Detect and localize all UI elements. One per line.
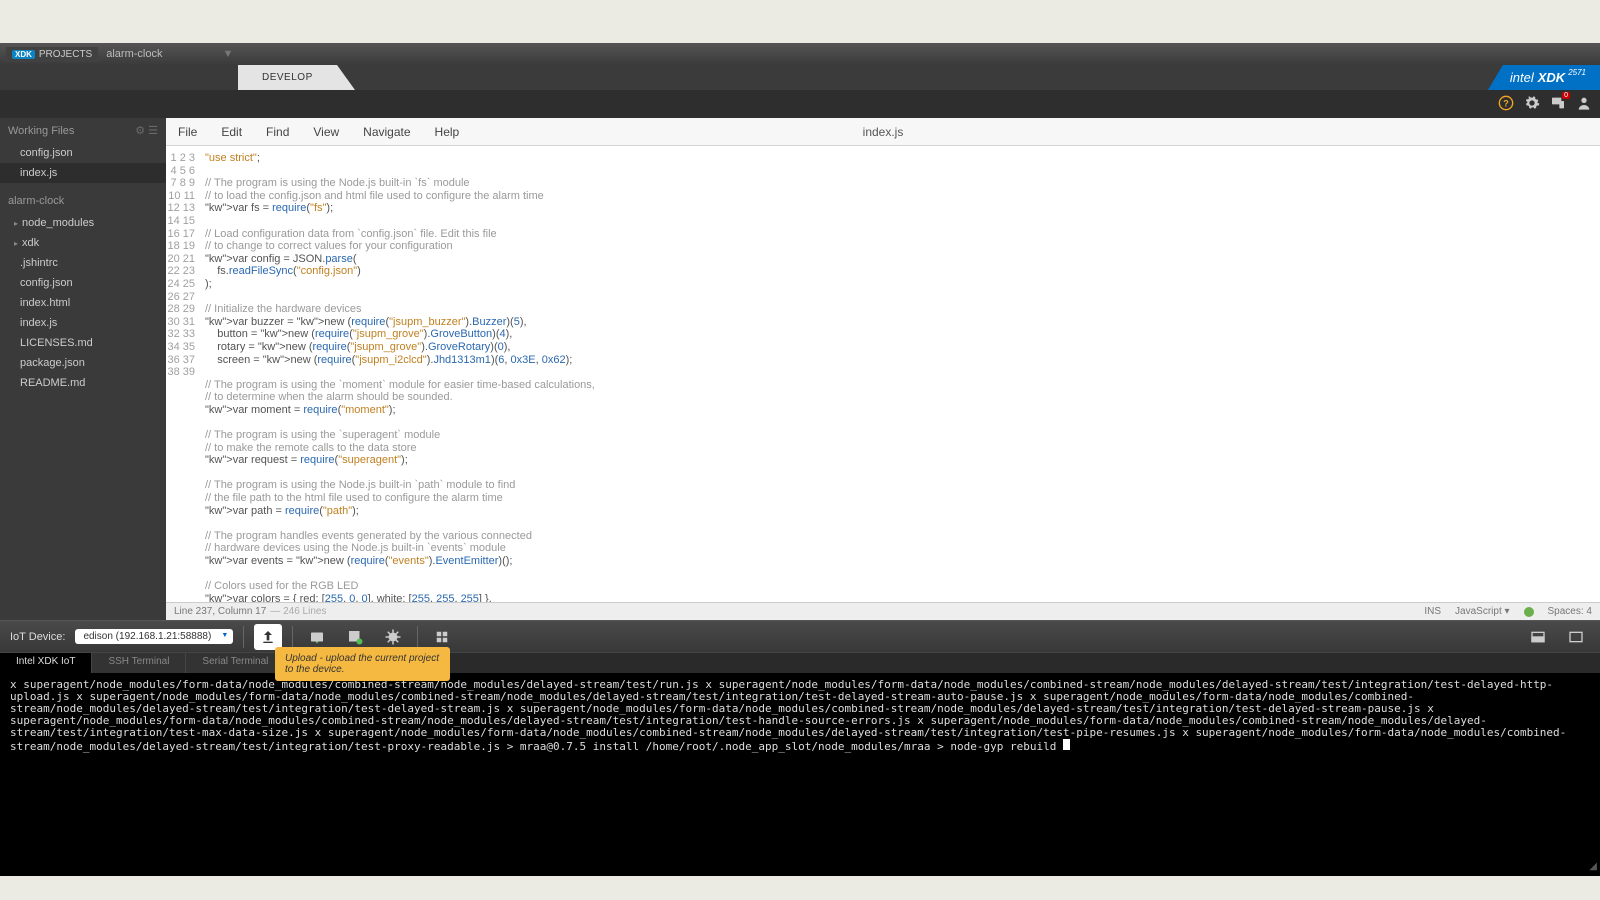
browser-chrome-space: [0, 0, 1600, 43]
tab-develop[interactable]: DEVELOP: [238, 65, 337, 90]
working-files-label: Working Files: [8, 125, 74, 137]
menu-view[interactable]: View: [301, 125, 351, 139]
editor-area: File Edit Find View Navigate Help index.…: [166, 118, 1600, 620]
menu-edit[interactable]: Edit: [209, 125, 254, 139]
install-build-button[interactable]: [303, 624, 331, 650]
intel-word: intel: [1510, 70, 1534, 85]
sidebar-gear-icon[interactable]: ⚙ ☰: [135, 124, 158, 137]
notif-badge: 0: [1562, 92, 1570, 99]
user-icon[interactable]: [1576, 95, 1592, 114]
total-lines: — 246 Lines: [270, 606, 326, 617]
window-titlebar: XDK PROJECTS alarm-clock ▼: [0, 43, 1600, 65]
tree-item[interactable]: node_modules: [0, 213, 166, 233]
terminal-cursor: [1063, 739, 1070, 750]
toggle-console-icon[interactable]: [1524, 624, 1552, 650]
terminal-output[interactable]: x superagent/node_modules/form-data/node…: [0, 673, 1600, 876]
top-icon-bar: ? 0: [0, 90, 1600, 118]
upload-tooltip: Upload - upload the current project to t…: [275, 647, 450, 681]
intel-xdk-logo: intel XDK 2571: [1488, 65, 1600, 90]
bottom-tab[interactable]: SSH Terminal: [92, 653, 186, 673]
projects-label: PROJECTS: [39, 49, 92, 60]
tree-item[interactable]: xdk: [0, 233, 166, 253]
menu-find[interactable]: Find: [254, 125, 301, 139]
gear-icon[interactable]: [1524, 95, 1540, 114]
iot-toolbar: IoT Device: edison (192.168.1.21:58888) …: [0, 620, 1600, 652]
project-tree-header[interactable]: alarm-clock: [0, 189, 166, 213]
line-gutter: 1 2 3 4 5 6 7 8 9 10 11 12 13 14 15 16 1…: [166, 146, 201, 602]
build-number: 2571: [1568, 68, 1586, 77]
open-file-name: index.js: [863, 125, 904, 139]
project-tree-label: alarm-clock: [8, 195, 64, 207]
mode-tabstrip: DEVELOP intel XDK 2571: [0, 65, 1600, 90]
tree-item[interactable]: LICENSES.md: [0, 333, 166, 353]
lint-ok-icon[interactable]: [1524, 607, 1534, 617]
resize-grip-icon[interactable]: ◢: [1589, 861, 1597, 873]
xdk-word: XDK: [1538, 70, 1565, 85]
xdk-mini-badge: XDK: [12, 50, 35, 59]
tree-item[interactable]: .jshintrc: [0, 253, 166, 273]
working-files-list: config.jsonindex.js: [0, 143, 166, 183]
tree-item[interactable]: config.json: [0, 273, 166, 293]
sidebar: Working Files ⚙ ☰ config.jsonindex.js al…: [0, 118, 166, 620]
collapse-console-icon[interactable]: [1562, 624, 1590, 650]
bottom-tab[interactable]: Intel XDK IoT: [0, 653, 92, 673]
stop-button[interactable]: [341, 624, 369, 650]
code-content[interactable]: "use strict"; // The program is using th…: [201, 146, 1600, 602]
status-spaces[interactable]: Spaces: 4: [1548, 606, 1592, 617]
tree-item[interactable]: index.js: [0, 313, 166, 333]
menubar: File Edit Find View Navigate Help index.…: [166, 118, 1600, 146]
working-file-item[interactable]: config.json: [0, 143, 166, 163]
menu-help[interactable]: Help: [423, 125, 472, 139]
upload-button[interactable]: [254, 624, 282, 650]
tree-item[interactable]: index.html: [0, 293, 166, 313]
iot-device-label: IoT Device:: [10, 631, 65, 643]
bottom-tab-bar: Intel XDK IoTSSH TerminalSerial Terminal: [0, 652, 1600, 673]
project-tree: node_modulesxdk.jshintrcconfig.jsonindex…: [0, 213, 166, 393]
tree-item[interactable]: README.md: [0, 373, 166, 393]
bottom-tab[interactable]: Serial Terminal: [186, 653, 285, 673]
cursor-position: Line 237, Column 17: [174, 606, 266, 617]
help-icon[interactable]: ?: [1498, 95, 1514, 114]
code-editor[interactable]: 1 2 3 4 5 6 7 8 9 10 11 12 13 14 15 16 1…: [166, 146, 1600, 602]
device-dropdown[interactable]: edison (192.168.1.21:58888): [75, 629, 233, 644]
manage-daemon-button[interactable]: [428, 624, 456, 650]
svg-text:?: ?: [1503, 98, 1509, 108]
debug-button[interactable]: [379, 624, 407, 650]
menu-file[interactable]: File: [166, 125, 209, 139]
statusbar: Line 237, Column 17 — 246 Lines INS Java…: [166, 602, 1600, 620]
status-language[interactable]: JavaScript ▾: [1455, 606, 1509, 617]
devices-icon[interactable]: 0: [1550, 95, 1566, 114]
working-files-header: Working Files ⚙ ☰: [0, 118, 166, 143]
status-ins[interactable]: INS: [1424, 606, 1441, 617]
menu-navigate[interactable]: Navigate: [351, 125, 422, 139]
projects-button[interactable]: XDK PROJECTS: [6, 47, 98, 62]
working-file-item[interactable]: index.js: [0, 163, 166, 183]
tree-item[interactable]: package.json: [0, 353, 166, 373]
project-dropdown-icon[interactable]: ▼: [222, 48, 233, 60]
project-name: alarm-clock: [106, 48, 162, 60]
